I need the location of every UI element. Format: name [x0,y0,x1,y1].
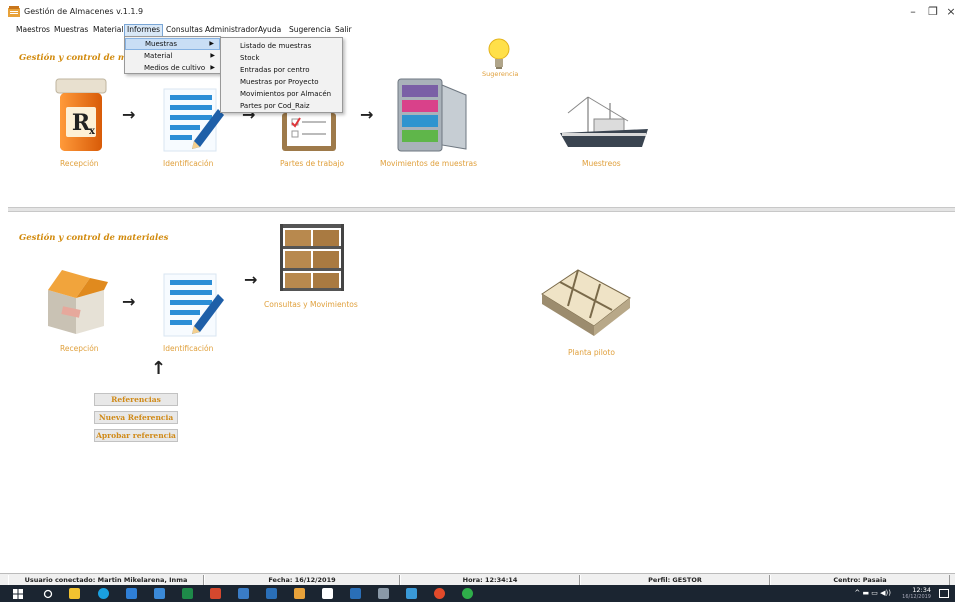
status-bar: Usuario conectado: Martin Mikelarena, In… [0,573,955,585]
arrow-right-icon: → [122,105,136,124]
materiales-panel: Gestión y control de materiales Recepció… [8,212,955,572]
muestras-submenu: Listado de muestras Stock Entradas por c… [220,37,343,113]
materiales-section-title: Gestión y control de materiales [19,233,169,243]
arrow-up-icon: ↑ [151,358,167,379]
arrow-right-icon: → [360,105,374,124]
document-pencil-icon[interactable] [160,270,226,340]
pill-bottle-icon[interactable]: R x [52,77,110,153]
menu-maestros[interactable]: Maestros [14,24,52,37]
arrow-right-icon: → [122,292,136,311]
menu-sugerencia[interactable]: Sugerencia [287,24,333,37]
clock[interactable]: 12:34 16/12/2019 [902,587,931,600]
arrow-right-icon: → [244,270,258,289]
filing-cabinet-icon[interactable] [392,75,472,155]
app-icon-blue-2[interactable] [350,588,361,599]
title-bar: Gestión de Almacenes v.1.1.9 – ❐ × [0,0,955,24]
submenu-movimientos-almacen[interactable]: Movimientos por Almacén [221,88,342,100]
submenu-stock[interactable]: Stock [221,52,342,64]
status-perfil: Perfil: GESTOR [580,575,770,585]
submenu-partes-cod-raiz[interactable]: Partes por Cod_Raiz [221,100,342,112]
movimientos-muestras-label[interactable]: Movimientos de muestras [380,159,477,168]
system-tray-icons[interactable]: ^ ▬ ▭ ◀)) [854,589,891,597]
muestras-identificacion-label[interactable]: Identificación [163,159,213,168]
menu-material[interactable]: Material [91,24,125,37]
informes-item-medios-cultivo[interactable]: Medios de cultivo ▶ [125,62,220,74]
lightbulb-icon[interactable] [487,38,511,70]
menu-muestras[interactable]: Muestras [52,24,90,37]
floor-plan-icon[interactable] [538,264,634,340]
app-icon-blue[interactable] [266,588,277,599]
sugerencia-label[interactable]: Sugerencia [482,70,518,78]
consultas-movimientos-label[interactable]: Consultas y Movimientos [264,300,358,309]
informes-item-label: Material [144,52,173,60]
word-icon[interactable] [238,588,249,599]
partes-trabajo-label[interactable]: Partes de trabajo [280,159,344,168]
app-icon [8,6,20,17]
informes-item-muestras[interactable]: Muestras ▶ [125,38,220,50]
clock-date: 16/12/2019 [902,593,931,600]
informes-item-label: Muestras [145,40,177,48]
materiales-identificacion-label[interactable]: Identificación [163,344,213,353]
search-icon[interactable] [43,589,53,599]
notification-icon[interactable] [939,589,949,598]
menu-salir[interactable]: Salir [333,24,354,37]
informes-item-label: Medios de cultivo [144,64,206,72]
muestreos-label[interactable]: Muestreos [582,159,621,168]
shelf-boxes-icon[interactable] [276,220,348,292]
submenu-muestras-proyecto[interactable]: Muestras por Proyecto [221,76,342,88]
svg-text:x: x [89,126,96,137]
menu-ayuda[interactable]: Ayuda [256,24,283,37]
taskbar: ^ ▬ ▭ ◀)) 12:34 16/12/2019 [0,585,955,602]
chrome-icon[interactable] [434,588,445,599]
clipboard-icon[interactable] [278,113,340,153]
app-icon-white[interactable] [322,588,333,599]
ship-icon[interactable] [558,93,650,153]
referencias-button[interactable]: Referencias [94,393,178,406]
excel-icon[interactable] [182,588,193,599]
planta-piloto-label[interactable]: Planta piloto [568,348,615,357]
status-hora: Hora: 12:34:14 [400,575,580,585]
svg-text:R: R [72,110,91,136]
submenu-listado-muestras[interactable]: Listado de muestras [221,40,342,52]
app-icon-red[interactable] [210,588,221,599]
materiales-recepcion-label[interactable]: Recepción [60,344,99,353]
informes-dropdown: Muestras ▶ Material ▶ Medios de cultivo … [124,36,221,74]
submenu-entradas-centro[interactable]: Entradas por centro [221,64,342,76]
open-box-icon[interactable] [42,268,110,336]
informes-item-material[interactable]: Material ▶ [125,50,220,62]
window-title: Gestión de Almacenes v.1.1.9 [24,7,144,16]
almacenes-taskbar-icon[interactable] [294,588,305,599]
file-explorer-icon[interactable] [69,588,80,599]
submenu-arrow-icon: ▶ [210,64,215,71]
submenu-arrow-icon: ▶ [210,52,215,59]
outlook-icon[interactable] [154,588,165,599]
document-pencil-icon[interactable] [160,85,226,155]
edge-icon[interactable] [126,588,137,599]
submenu-arrow-icon: ▶ [209,40,214,47]
app-icon-green[interactable] [462,588,473,599]
status-usuario: Usuario conectado: Martin Mikelarena, In… [8,575,204,585]
status-centro: Centro: Pasaia [770,575,950,585]
nueva-referencia-button[interactable]: Nueva Referencia [94,411,178,424]
app-window: Gestión de Almacenes v.1.1.9 – ❐ × Maest… [0,0,955,602]
calculator-icon[interactable] [378,588,389,599]
windows-start-icon[interactable] [13,589,23,599]
close-button[interactable]: × [938,3,955,21]
app-icon-light-blue[interactable] [406,588,417,599]
skype-icon[interactable] [98,588,109,599]
aprobar-referencia-button[interactable]: Aprobar referencia [94,429,178,442]
muestras-recepcion-label[interactable]: Recepción [60,159,99,168]
status-fecha: Fecha: 16/12/2019 [204,575,400,585]
